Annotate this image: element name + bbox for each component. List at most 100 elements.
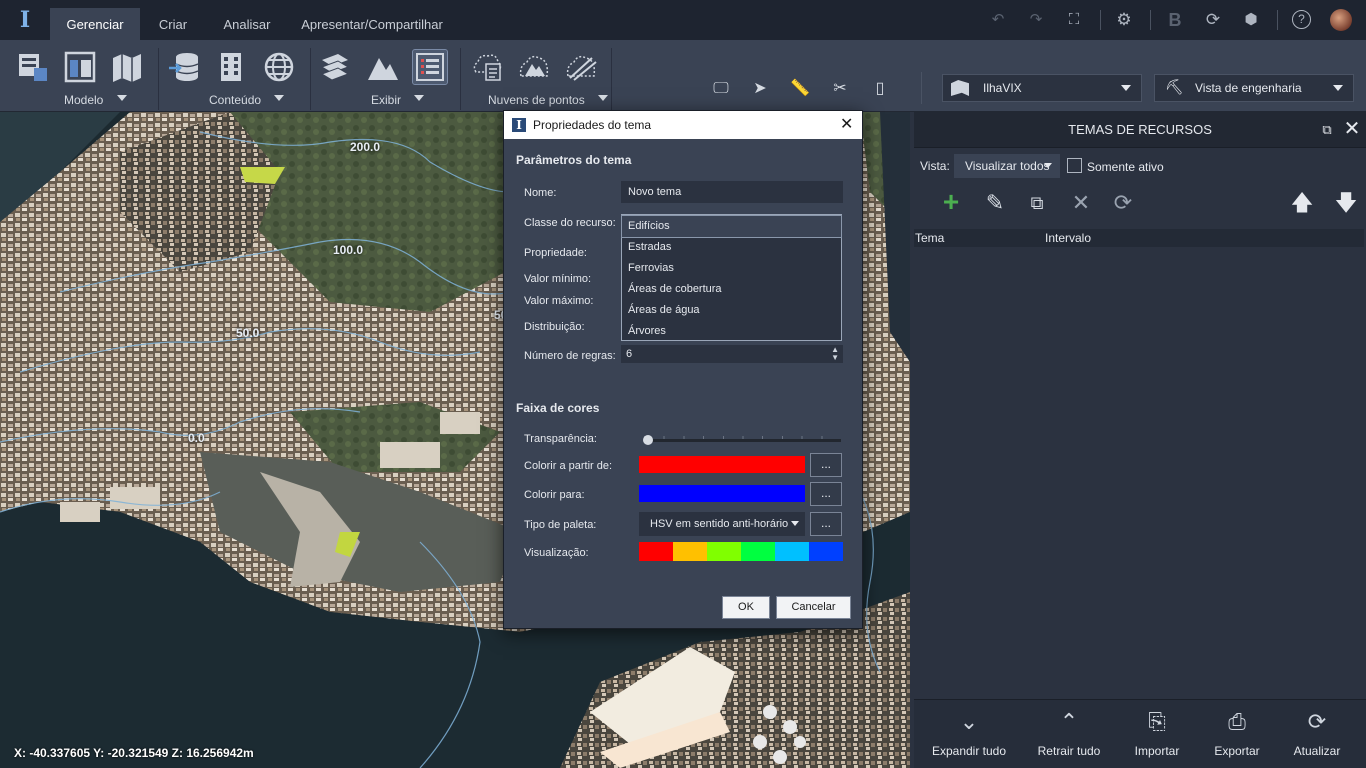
- preview-color-cell: [707, 542, 741, 561]
- color-to-picker-button[interactable]: ...: [810, 482, 842, 506]
- dialog-title: Propriedades do tema: [533, 118, 652, 132]
- data-sources-icon[interactable]: [168, 50, 202, 84]
- transparency-slider-thumb[interactable]: [643, 435, 653, 445]
- help-icon[interactable]: ?: [1292, 10, 1311, 29]
- refresh-button[interactable]: ⟳ Atualizar: [1272, 708, 1362, 758]
- terrain-icon[interactable]: [366, 50, 400, 84]
- move-up-icon[interactable]: 🡅: [1290, 190, 1314, 216]
- point-cloud-icon[interactable]: [470, 50, 504, 84]
- palette-type-dropdown[interactable]: HSV em sentido anti-horário: [639, 512, 805, 536]
- tab-criar[interactable]: Criar: [148, 8, 198, 40]
- move-down-icon[interactable]: 🡇: [1334, 190, 1358, 216]
- feature-class-option[interactable]: Ferrovias: [622, 258, 841, 279]
- close-icon[interactable]: ✕: [840, 111, 853, 139]
- feature-class-listbox[interactable]: Edifícios Estradas Ferrovias Áreas de co…: [621, 214, 842, 341]
- view-filter-dropdown[interactable]: Visualizar todos: [954, 154, 1060, 178]
- settings-icon[interactable]: ⚙: [1114, 10, 1134, 30]
- duplicate-icon[interactable]: ⧉: [1024, 190, 1050, 216]
- color-to-swatch[interactable]: [639, 485, 805, 502]
- dialog-title-bar[interactable]: I Propriedades do tema ✕: [504, 111, 862, 139]
- model-dropdown-value: IlhaVIX: [983, 81, 1022, 95]
- palette-options-button[interactable]: ...: [810, 512, 842, 536]
- ok-button[interactable]: OK: [722, 596, 770, 619]
- edit-pencil-icon[interactable]: ✎: [982, 190, 1008, 216]
- tab-apresentar-compartilhar[interactable]: Apresentar/Compartilhar: [296, 8, 448, 40]
- bim360-icon[interactable]: B: [1165, 10, 1185, 30]
- preview-color-cell: [809, 542, 843, 561]
- import-button[interactable]: ⎘ Importar: [1112, 708, 1202, 758]
- building-icon[interactable]: [214, 50, 248, 84]
- map-icon[interactable]: [110, 50, 144, 84]
- globe-icon[interactable]: [262, 50, 296, 84]
- view-label: Vista:: [920, 159, 950, 173]
- feature-class-option[interactable]: Áreas de cobertura: [622, 279, 841, 300]
- refresh-icon: ⟳: [1307, 709, 1327, 734]
- infraworks-logo-icon[interactable]: I: [16, 8, 34, 32]
- model-properties-icon[interactable]: [16, 50, 50, 84]
- feature-class-option[interactable]: Estradas: [622, 237, 841, 258]
- section-faixa-de-cores: Faixa de cores: [516, 401, 600, 415]
- tab-analisar[interactable]: Analisar: [214, 8, 280, 40]
- coordinate-readout: X: -40.337605 Y: -20.321549 Z: 16.256942…: [14, 746, 254, 760]
- preview-color-cell: [639, 542, 673, 561]
- feature-themes-icon[interactable]: [412, 49, 448, 85]
- select-cursor-icon[interactable]: ➤: [747, 78, 773, 100]
- expand-all-button[interactable]: ⌄ Expandir tudo: [924, 708, 1014, 758]
- point-cloud-terrain-icon[interactable]: [517, 50, 551, 84]
- model-dropdown[interactable]: IlhaVIX: [942, 74, 1142, 102]
- measure-icon[interactable]: 📏: [787, 78, 813, 100]
- panel-footer: ⌄ Expandir tudo ⌃ Retrair tudo ⎘ Importa…: [914, 699, 1366, 768]
- tab-gerenciar[interactable]: Gerenciar: [50, 8, 140, 40]
- chevron-down-icon[interactable]: [414, 95, 424, 101]
- sync-icon[interactable]: ⟳: [1203, 10, 1223, 30]
- transparency-slider-track[interactable]: [644, 436, 841, 442]
- layers-icon[interactable]: [318, 50, 352, 84]
- chevron-down-icon[interactable]: [117, 95, 127, 101]
- chevron-down-icon[interactable]: [598, 95, 608, 101]
- restore-icon[interactable]: ⧉: [1319, 122, 1335, 138]
- chevron-down-icon: [791, 521, 799, 526]
- only-active-checkbox[interactable]: [1067, 158, 1082, 173]
- tools-icon[interactable]: ✂: [827, 78, 853, 100]
- add-icon[interactable]: +: [938, 188, 964, 216]
- column-header-tema[interactable]: Tema: [915, 231, 944, 245]
- column-header-intervalo[interactable]: Intervalo: [1045, 231, 1091, 245]
- user-avatar[interactable]: [1330, 9, 1352, 31]
- collapse-all-icon: ⌃: [1059, 709, 1079, 734]
- contour-label: 50.0: [236, 326, 260, 340]
- chevron-down-icon: [1333, 85, 1343, 91]
- collapse-all-button[interactable]: ⌃ Retrair tudo: [1024, 708, 1114, 758]
- undo-icon[interactable]: ↶: [988, 10, 1008, 30]
- point-cloud-linear-icon[interactable]: [564, 50, 598, 84]
- refresh-icon[interactable]: ⟳: [1110, 190, 1136, 216]
- chevron-down-icon[interactable]: [274, 95, 284, 101]
- feature-class-option[interactable]: Árvores: [622, 321, 841, 342]
- themes-table-header: Tema Intervalo: [914, 229, 1364, 247]
- fit-screen-icon[interactable]: ⛶: [1064, 10, 1084, 30]
- redo-icon[interactable]: ↷: [1026, 10, 1046, 30]
- name-input[interactable]: Novo tema: [621, 181, 843, 203]
- color-from-picker-button[interactable]: ...: [810, 453, 842, 477]
- panel-toggle-icon[interactable]: ▯: [867, 78, 893, 100]
- model-explorer-icon[interactable]: [63, 50, 97, 84]
- color-from-swatch[interactable]: [639, 456, 805, 473]
- model-cube-icon[interactable]: ⬢: [1241, 10, 1261, 30]
- expand-all-label: Expandir tudo: [931, 744, 1007, 758]
- preview-label: Visualização:: [524, 547, 589, 559]
- feature-class-option[interactable]: Áreas de água: [622, 300, 841, 321]
- feature-class-option[interactable]: Edifícios: [621, 215, 842, 238]
- themes-table-body[interactable]: [914, 247, 1364, 699]
- stepper-down-icon[interactable]: ▼: [831, 354, 839, 362]
- collapse-all-label: Retrair tudo: [1037, 744, 1101, 758]
- view-dropdown[interactable]: ⛏ Vista de engenharia: [1154, 74, 1354, 102]
- export-button[interactable]: ⎙ Exportar: [1192, 708, 1282, 758]
- separator: [158, 48, 159, 110]
- presentation-icon[interactable]: 🖵: [708, 78, 734, 100]
- view-filter-value: Visualizar todos: [965, 159, 1050, 173]
- property-label: Propriedade:: [524, 247, 587, 259]
- rules-count-stepper[interactable]: 6 ▲ ▼: [621, 345, 843, 363]
- delete-icon[interactable]: ✕: [1068, 190, 1094, 216]
- close-icon[interactable]: ✕: [1342, 119, 1362, 139]
- cancel-button[interactable]: Cancelar: [776, 596, 851, 619]
- only-active-label: Somente ativo: [1087, 160, 1164, 174]
